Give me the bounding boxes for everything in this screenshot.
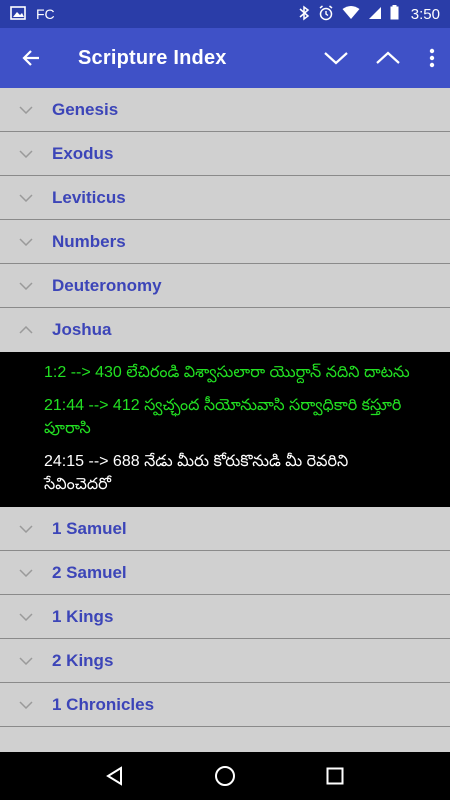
chevron-down-icon bbox=[0, 612, 52, 621]
book-label: Numbers bbox=[52, 231, 126, 251]
verse-item[interactable]: 24:15 --> 688 నేడు మీరు కోరుకొనుడి మీ రె… bbox=[0, 447, 450, 503]
overflow-menu-button[interactable] bbox=[414, 28, 450, 88]
book-label: Leviticus bbox=[52, 187, 126, 207]
bluetooth-icon bbox=[298, 5, 310, 24]
chevron-down-icon bbox=[0, 105, 52, 114]
book-row-1-samuel[interactable]: 1 Samuel bbox=[0, 507, 450, 551]
expand-all-button[interactable] bbox=[310, 28, 362, 88]
image-notification-icon bbox=[10, 5, 26, 23]
book-row-exodus[interactable]: Exodus bbox=[0, 132, 450, 176]
square-recents-icon bbox=[326, 767, 344, 785]
battery-icon bbox=[390, 5, 399, 23]
triangle-back-icon bbox=[106, 766, 122, 786]
book-row-2-samuel[interactable]: 2 Samuel bbox=[0, 551, 450, 595]
wifi-icon bbox=[342, 5, 360, 23]
verse-item[interactable]: 21:44 --> 412 స్వచ్ఛంద సీయోనువాసి సర్వాధ… bbox=[0, 391, 450, 447]
alarm-icon bbox=[318, 4, 334, 24]
more-vert-icon bbox=[429, 48, 435, 68]
app-notification-label: FC bbox=[36, 6, 55, 22]
book-row-2-kings[interactable]: 2 Kings bbox=[0, 639, 450, 683]
page-title: Scripture Index bbox=[78, 46, 227, 69]
book-row-1-chronicles[interactable]: 1 Chronicles bbox=[0, 683, 450, 727]
book-row-1-kings[interactable]: 1 Kings bbox=[0, 595, 450, 639]
status-bar: FC 3:50 bbox=[0, 0, 450, 28]
book-row-joshua-expanded[interactable]: Joshua bbox=[0, 308, 450, 352]
chevron-down-icon bbox=[0, 700, 52, 709]
book-label: Genesis bbox=[52, 99, 119, 119]
book-label: 2 Kings bbox=[52, 650, 114, 670]
book-label: 1 Samuel bbox=[52, 518, 127, 538]
chevron-down-icon bbox=[0, 237, 52, 246]
chevron-down-icon bbox=[0, 568, 52, 577]
nav-home-button[interactable] bbox=[201, 752, 249, 800]
system-navigation-bar bbox=[0, 752, 450, 800]
book-label: Deuteronomy bbox=[52, 275, 162, 295]
nav-recents-button[interactable] bbox=[311, 752, 359, 800]
book-row-leviticus[interactable]: Leviticus bbox=[0, 176, 450, 220]
book-label: 1 Chronicles bbox=[52, 694, 155, 714]
chevron-down-icon bbox=[0, 193, 52, 202]
chevron-down-icon bbox=[0, 524, 52, 533]
book-label: Joshua bbox=[52, 320, 112, 339]
signal-icon bbox=[368, 6, 382, 23]
scripture-book-list: Genesis Exodus Leviticus Numbers Deutero… bbox=[0, 88, 450, 752]
verse-list: 1:2 --> 430 లేచిరండి విశ్వాసులారా యొర్దా… bbox=[0, 352, 450, 507]
chevron-down-icon bbox=[0, 281, 52, 290]
book-row-deuteronomy[interactable]: Deuteronomy bbox=[0, 264, 450, 308]
app-bar: Scripture Index bbox=[0, 28, 450, 88]
chevron-up-icon bbox=[0, 326, 52, 334]
book-label: Exodus bbox=[52, 143, 114, 163]
nav-back-button[interactable] bbox=[91, 752, 139, 800]
circle-home-icon bbox=[215, 766, 235, 786]
book-label: 1 Kings bbox=[52, 606, 114, 626]
clock: 3:50 bbox=[410, 5, 440, 23]
book-label: 2 Samuel bbox=[52, 562, 127, 582]
chevron-up-icon bbox=[376, 51, 400, 64]
back-button[interactable] bbox=[0, 28, 62, 88]
chevron-down-icon bbox=[0, 656, 52, 665]
book-row-numbers[interactable]: Numbers bbox=[0, 220, 450, 264]
verse-item[interactable]: 1:2 --> 430 లేచిరండి విశ్వాసులారా యొర్దా… bbox=[0, 358, 450, 391]
collapse-all-button[interactable] bbox=[362, 28, 414, 88]
chevron-down-icon bbox=[324, 52, 348, 65]
back-arrow-icon bbox=[22, 50, 39, 66]
chevron-down-icon bbox=[0, 149, 52, 158]
book-row-genesis[interactable]: Genesis bbox=[0, 88, 450, 132]
